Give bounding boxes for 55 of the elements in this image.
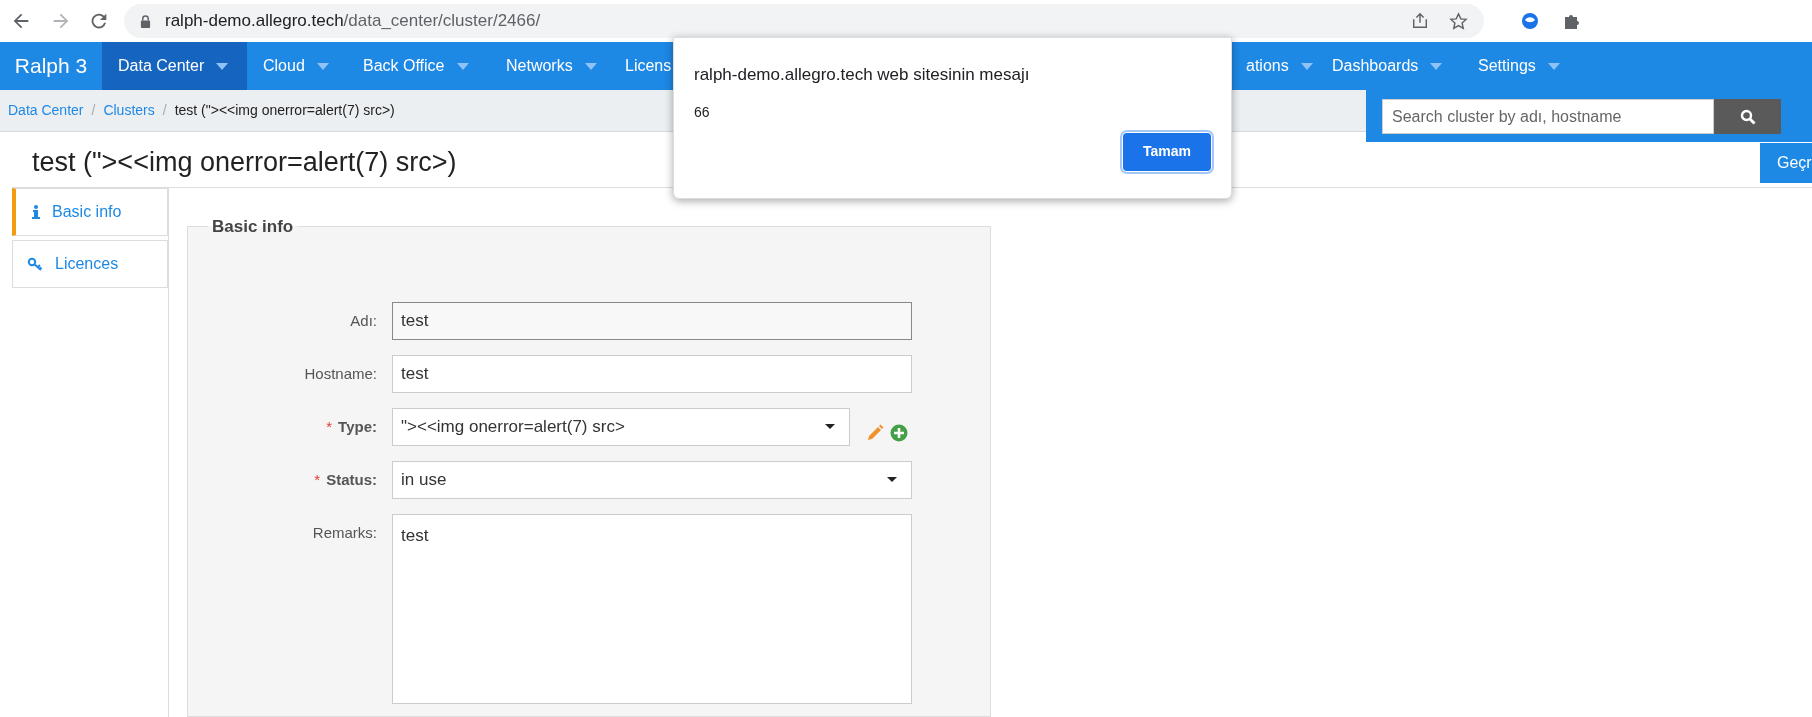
nav-menu-item[interactable]: Dashboards xyxy=(1316,42,1462,90)
nav-menu-item[interactable]: Settings xyxy=(1462,42,1582,90)
ok-button[interactable]: Tamam xyxy=(1123,132,1211,171)
breadcrumb-link[interactable]: Data Center xyxy=(8,100,84,121)
dropdown-field[interactable]: in use xyxy=(392,460,912,499)
breadcrumb-separator: / xyxy=(91,101,96,120)
required-mark: * xyxy=(314,470,321,488)
url-text: ralph-demo.allegro.tech/data_center/cluster/2466/ xyxy=(165,10,541,33)
dialog-title: ralph-demo.allegro.tech web sitesinin mesajı xyxy=(694,64,1030,86)
field-label-text: Status: xyxy=(326,470,377,488)
side-tab[interactable]: Basic info xyxy=(12,188,168,236)
breadcrumb-current: test ("><<img onerror=alert(7) src>) xyxy=(174,101,395,120)
add-icon[interactable] xyxy=(890,423,908,442)
required-mark: * xyxy=(326,417,333,435)
caret-icon xyxy=(456,62,469,70)
lock-icon xyxy=(140,14,151,28)
caret-icon xyxy=(216,62,229,70)
nav-menu-item[interactable]: Licens xyxy=(609,42,669,90)
page-title: test ("><<img onerror=alert(7) src>) xyxy=(32,146,457,179)
nav-menu-item[interactable]: Back Office xyxy=(347,42,490,90)
logo-link[interactable]: Ralph 3 xyxy=(0,42,102,90)
star-icon[interactable] xyxy=(1449,11,1468,31)
field-label: Hostname: xyxy=(303,363,378,384)
field-label: Remarks: xyxy=(311,522,378,543)
side-tab[interactable]: Licences xyxy=(12,240,168,288)
key-icon xyxy=(27,257,43,271)
dialog-message: 66 xyxy=(694,102,710,122)
dropdown-field[interactable]: "><<img onerror=alert(7) src> xyxy=(392,407,850,446)
caret-icon xyxy=(1300,62,1313,70)
address-bar[interactable]: ralph-demo.allegro.tech/data_center/cluster/2466/ xyxy=(124,4,1484,38)
extension-icon[interactable] xyxy=(1520,11,1540,31)
action-button[interactable]: Geçr xyxy=(1760,143,1812,183)
breadcrumb-link[interactable]: Clusters xyxy=(103,100,155,121)
search-icon xyxy=(1739,108,1756,125)
info-icon xyxy=(32,205,40,219)
field-label: Adı: xyxy=(349,310,378,331)
caret-icon xyxy=(1430,62,1443,70)
caret-icon xyxy=(316,62,329,70)
caret-icon xyxy=(825,424,835,429)
field-label-text: Type: xyxy=(338,417,377,435)
search-button[interactable] xyxy=(1714,99,1781,134)
fieldset-legend: Basic info xyxy=(208,214,298,240)
text-area[interactable]: test xyxy=(392,513,912,704)
caret-icon xyxy=(584,62,597,70)
caret-icon xyxy=(1547,62,1560,70)
share-icon[interactable] xyxy=(1411,12,1429,30)
breadcrumb-separator: / xyxy=(162,101,167,120)
search-field[interactable]: Search cluster by adı, hostname xyxy=(1382,99,1714,134)
caret-icon xyxy=(887,477,897,482)
nav-menu-item[interactable]: Cloud xyxy=(247,42,347,90)
text-field[interactable]: test xyxy=(392,301,912,340)
nav-menu-item[interactable]: Networks xyxy=(490,42,609,90)
text-field[interactable]: test xyxy=(392,354,912,393)
nav-menu-item[interactable]: ations xyxy=(1230,42,1316,90)
nav-menu-item[interactable]: Data Center xyxy=(102,42,247,90)
